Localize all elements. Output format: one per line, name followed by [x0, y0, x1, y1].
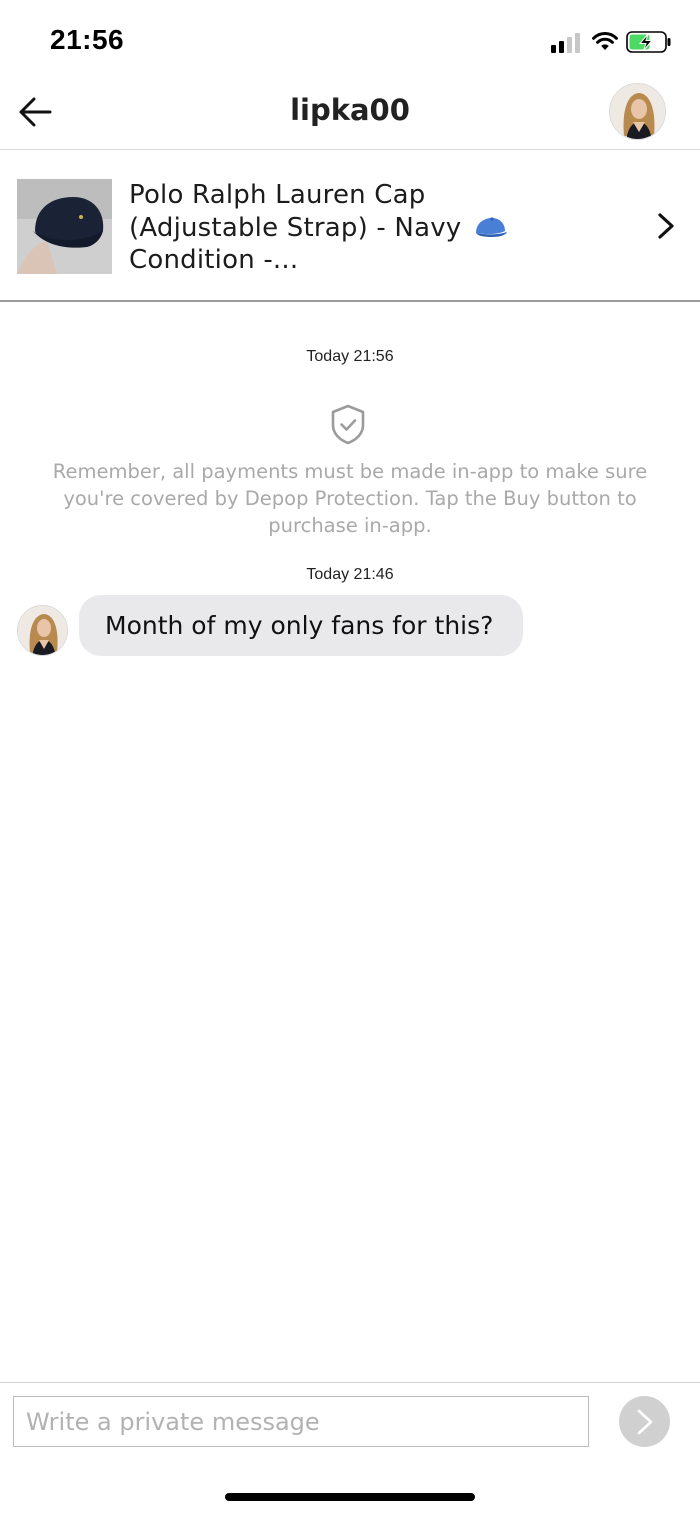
- avatar-photo: [610, 84, 665, 139]
- product-title-text: Polo Ralph Lauren Cap (Adjustable Strap)…: [129, 180, 462, 243]
- status-bar: 21:56: [0, 0, 700, 80]
- product-title: Polo Ralph Lauren Cap (Adjustable Strap)…: [129, 179, 579, 277]
- user-avatar[interactable]: [609, 83, 666, 140]
- send-button[interactable]: [619, 1396, 670, 1447]
- product-summary[interactable]: Polo Ralph Lauren Cap (Adjustable Strap)…: [0, 151, 700, 302]
- product-condition: Condition -...: [129, 245, 299, 275]
- message-bubble: Month of my only fans for this?: [79, 595, 524, 656]
- cap-icon: [475, 216, 507, 237]
- message-text: Month of my only fans for this?: [105, 611, 494, 640]
- conversation-header: lipka00: [0, 80, 700, 150]
- battery-charging-icon: [626, 31, 671, 53]
- conversation-title: lipka00: [290, 93, 410, 127]
- product-thumbnail: [17, 179, 112, 274]
- chevron-right-icon: [658, 213, 674, 239]
- home-indicator[interactable]: [225, 1493, 475, 1501]
- sender-avatar[interactable]: [17, 605, 68, 656]
- message-composer: [0, 1382, 700, 1466]
- shield-check-icon: [331, 404, 365, 445]
- signal-icon: [551, 33, 580, 53]
- avatar-photo: [18, 606, 67, 655]
- message-timestamp: Today 21:46: [306, 566, 394, 583]
- system-timestamp: Today 21:56: [306, 348, 394, 365]
- wifi-icon: [592, 32, 618, 50]
- status-time: 21:56: [50, 24, 125, 55]
- chevron-right-icon: [637, 1409, 652, 1434]
- message-input[interactable]: [13, 1396, 589, 1447]
- protection-notice: Remember, all payments must be made in-a…: [52, 460, 648, 537]
